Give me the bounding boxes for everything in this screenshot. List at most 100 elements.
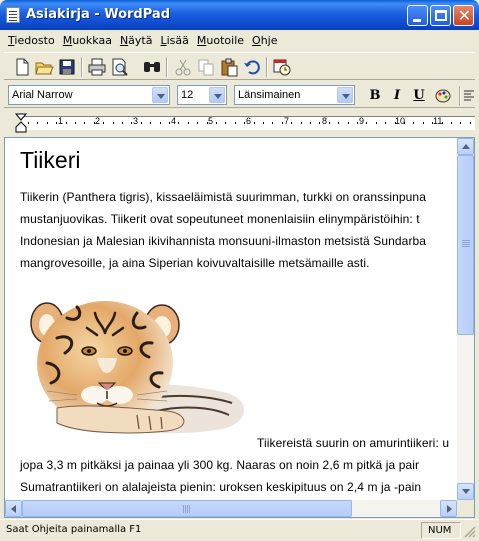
italic-button[interactable]: I <box>388 87 406 105</box>
document-line: jopa 3,3 m pitkäksi ja painaa yli 300 kg… <box>20 458 420 472</box>
ruler-tick <box>188 122 189 124</box>
ruler-tick <box>28 122 29 124</box>
document-line: mustanjuovikas. Tiikerit ovat sopeutunee… <box>20 212 420 226</box>
open-icon[interactable] <box>34 57 54 77</box>
indent-marker-icon[interactable] <box>15 113 27 133</box>
ruler-tick <box>160 122 161 124</box>
print-icon[interactable] <box>87 57 107 77</box>
ruler-tick <box>338 122 339 124</box>
horizontal-scroll-thumb[interactable] <box>22 500 352 517</box>
close-button[interactable]: ✕ <box>453 5 474 26</box>
ruler-tick <box>103 122 104 124</box>
document-line: mangrovesoille, ja aina Siperian koivuva… <box>20 256 370 270</box>
script-combo[interactable]: Länsimainen <box>234 85 355 105</box>
toolbar-separator <box>81 57 83 77</box>
ruler-tick <box>319 122 320 124</box>
document-line: Tiikerin (Panthera tigris), kissaeläimis… <box>20 190 426 204</box>
ruler-tick <box>395 122 396 124</box>
document-line: Indonesian ja Malesian ikivihannista mon… <box>20 234 427 248</box>
ruler-tick <box>404 122 405 124</box>
scroll-up-button[interactable] <box>457 138 474 155</box>
paste-icon[interactable] <box>219 57 239 77</box>
align-left-icon[interactable] <box>463 87 475 105</box>
ruler-tick <box>207 122 208 124</box>
format-toolbar: Arial Narrow 12 Länsimainen B I U <box>4 82 475 108</box>
chevron-down-icon[interactable] <box>337 87 353 103</box>
vertical-scrollbar[interactable] <box>457 138 474 500</box>
ruler-tick <box>197 122 198 124</box>
title-bar[interactable]: Asiakirja - WordPad ✕ <box>0 0 479 30</box>
undo-icon[interactable] <box>242 57 262 77</box>
font-name-value: Arial Narrow <box>12 89 73 101</box>
ruler-tick <box>460 122 461 124</box>
ruler-number: 1 <box>58 116 64 126</box>
maximize-icon <box>435 10 447 21</box>
find-icon[interactable] <box>142 57 162 77</box>
ruler-tick <box>432 122 433 124</box>
scroll-right-button[interactable] <box>440 500 457 517</box>
date-time-icon[interactable] <box>272 57 292 77</box>
bold-button[interactable]: B <box>366 87 384 105</box>
close-icon: ✕ <box>457 6 472 25</box>
ruler-tick <box>385 122 386 124</box>
wordpad-app-icon[interactable] <box>6 7 20 23</box>
ruler[interactable]: 1 2 3 4 5 6 7 8 9 10 11 <box>4 110 475 136</box>
document-line: Sumatrantiikeri on alalajeista pienin: u… <box>20 480 422 494</box>
ruler-tick <box>254 122 255 124</box>
ruler-number: 2 <box>95 116 101 126</box>
menu-file[interactable]: Tiedosto <box>4 34 59 47</box>
ruler-tick <box>216 122 217 124</box>
ruler-tick <box>376 122 377 124</box>
print-preview-icon[interactable] <box>110 57 130 77</box>
document-frame: Tiikeri Tiikerin (Panthera tigris), kiss… <box>4 137 475 518</box>
resize-grip-icon[interactable] <box>463 525 476 538</box>
ruler-tick <box>150 122 151 124</box>
ruler-tick <box>301 122 302 124</box>
menu-insert[interactable]: Lisää <box>156 34 192 47</box>
menu-format[interactable]: Muotoile <box>193 34 248 47</box>
font-size-value: 12 <box>181 89 194 101</box>
ruler-tick <box>37 122 38 124</box>
scroll-down-button[interactable] <box>457 483 474 500</box>
ruler-tick <box>113 122 114 124</box>
font-name-combo[interactable]: Arial Narrow <box>8 85 170 105</box>
ruler-tick <box>66 122 67 124</box>
ruler-tick <box>357 122 358 124</box>
document-area[interactable]: Tiikeri Tiikerin (Panthera tigris), kiss… <box>5 138 457 500</box>
minimize-icon <box>413 19 421 22</box>
font-size-combo[interactable]: 12 <box>177 85 227 105</box>
ruler-number: 5 <box>208 116 214 126</box>
new-icon[interactable] <box>12 57 32 77</box>
minimize-button[interactable] <box>407 5 428 26</box>
vertical-scroll-thumb[interactable] <box>457 155 474 335</box>
ruler-tick <box>413 122 414 124</box>
chevron-down-icon[interactable] <box>209 87 225 103</box>
cut-icon[interactable] <box>173 57 193 77</box>
menu-bar: Tiedosto Muokkaa Näytä Lisää Muotoile Oh… <box>4 30 475 50</box>
toolbar-separator <box>166 57 168 77</box>
scroll-left-button[interactable] <box>5 500 22 517</box>
grip-icon <box>183 505 184 513</box>
tiger-image[interactable] <box>17 283 252 443</box>
num-lock-indicator: NUM <box>428 525 452 536</box>
menu-view[interactable]: Näytä <box>116 34 157 47</box>
status-num-panel: NUM <box>421 522 461 539</box>
toolbar-separator <box>459 86 461 106</box>
menu-help[interactable]: Ohje <box>248 34 281 47</box>
toolbar-separator <box>266 57 268 77</box>
ruler-tick <box>423 122 424 124</box>
script-value: Länsimainen <box>238 89 301 101</box>
document-heading: Tiikeri <box>20 147 81 173</box>
ruler-tick <box>225 122 226 124</box>
color-palette-icon[interactable] <box>434 87 452 105</box>
menu-edit[interactable]: Muokkaa <box>59 34 116 47</box>
chevron-down-icon[interactable] <box>152 87 168 103</box>
ruler-number: 7 <box>284 116 290 126</box>
copy-icon[interactable] <box>196 57 216 77</box>
ruler-tick <box>56 122 57 124</box>
underline-button[interactable]: U <box>410 87 428 105</box>
maximize-button[interactable] <box>430 5 451 26</box>
horizontal-scrollbar[interactable] <box>5 500 457 517</box>
save-icon[interactable] <box>57 57 77 77</box>
ruler-tick <box>348 122 349 124</box>
